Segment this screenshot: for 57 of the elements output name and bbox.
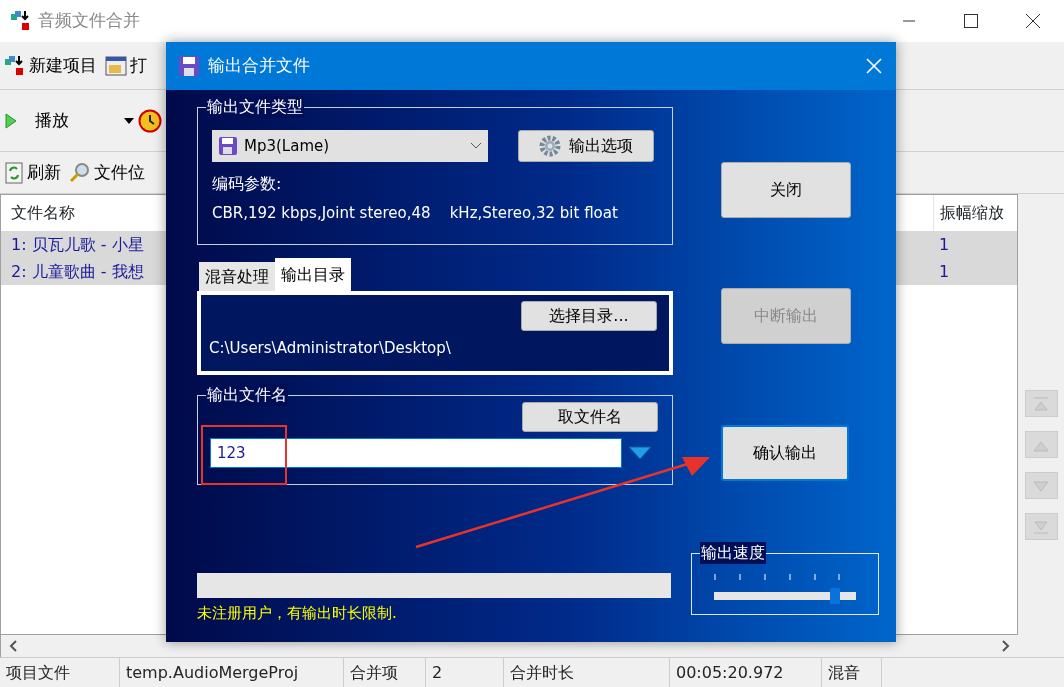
tab[interactable]: 输出目录: [275, 258, 351, 291]
status-label: 项目文件: [0, 658, 120, 687]
tab[interactable]: 混音处理: [199, 262, 275, 291]
scroll-right-icon: [1002, 640, 1010, 652]
notice-text: 未注册用户，有输出时长限制.: [197, 603, 398, 624]
params-text: CBR,192 kbps,Joint stereo,48 kHz,Stereo,32 bit float: [212, 203, 619, 224]
get-filename-button[interactable]: 取文件名: [522, 402, 658, 432]
refresh-icon: [4, 161, 24, 184]
toolbar-button[interactable]: 文件位: [69, 159, 145, 186]
table-cell-text: 1: [938, 233, 951, 256]
dropdown-icon[interactable]: [628, 446, 652, 460]
save-icon: [218, 136, 238, 156]
clock-icon: [138, 108, 162, 133]
gear-icon: [539, 135, 561, 157]
status-value: 2: [426, 658, 504, 687]
app-icon: [10, 10, 32, 32]
choose-folder-button[interactable]: 选择目录...: [521, 301, 657, 331]
save-icon: [178, 55, 200, 77]
folder-icon: [105, 55, 127, 76]
maximize-icon: [964, 14, 978, 28]
format-dropdown[interactable]: Mp3(Lame): [212, 130, 488, 162]
toolbar-button[interactable]: 刷新: [4, 159, 61, 186]
params-label: 编码参数:: [212, 173, 283, 195]
table-cell-text: 1: [938, 260, 951, 283]
group-label: 输出速度: [700, 542, 766, 564]
close-icon: [1026, 14, 1040, 28]
status-value: temp.AudioMergeProj: [120, 658, 344, 687]
toolbar-button[interactable]: 新建项目: [4, 52, 97, 79]
caret-icon: [123, 116, 135, 125]
close-icon: [866, 58, 882, 74]
move-bottom-icon: [1031, 518, 1051, 535]
group-label: 输出文件类型: [206, 96, 304, 118]
status-label: 混音: [822, 658, 882, 687]
play-icon: [4, 111, 18, 130]
group-label: 输出文件名: [206, 384, 288, 406]
filename-field[interactable]: 123: [210, 438, 622, 468]
window-title: 音频文件合并: [38, 9, 140, 33]
status-label: 合并时长: [504, 658, 670, 687]
dialog-button[interactable]: 确认输出: [721, 425, 849, 481]
app-icon: [4, 54, 26, 77]
folder-path: C:\Users\Administrator\Desktop\: [209, 338, 452, 359]
chevron-down-icon: [470, 142, 482, 150]
toolbar-button[interactable]: 播放: [4, 107, 69, 134]
move-top-icon: [1031, 395, 1051, 412]
status-label: 合并项: [344, 658, 426, 687]
table-cell-text: 1: 贝瓦儿歌 - 小星: [10, 233, 144, 256]
close-button[interactable]: [866, 58, 882, 74]
toolbar-button[interactable]: 打: [105, 52, 147, 79]
toolbar-button[interactable]: [123, 108, 162, 133]
dialog-title: 输出合并文件: [208, 54, 310, 78]
column-header[interactable]: 文件名称: [1, 201, 75, 225]
table-cell-text: 2: 儿童歌曲 - 我想: [10, 260, 144, 283]
options-button[interactable]: 输出选项: [518, 130, 654, 162]
dialog-button[interactable]: 关闭: [721, 162, 851, 218]
status-value: 00:05:20.972: [670, 658, 822, 687]
search-icon: [69, 161, 91, 184]
scroll-left-icon: [9, 640, 17, 652]
